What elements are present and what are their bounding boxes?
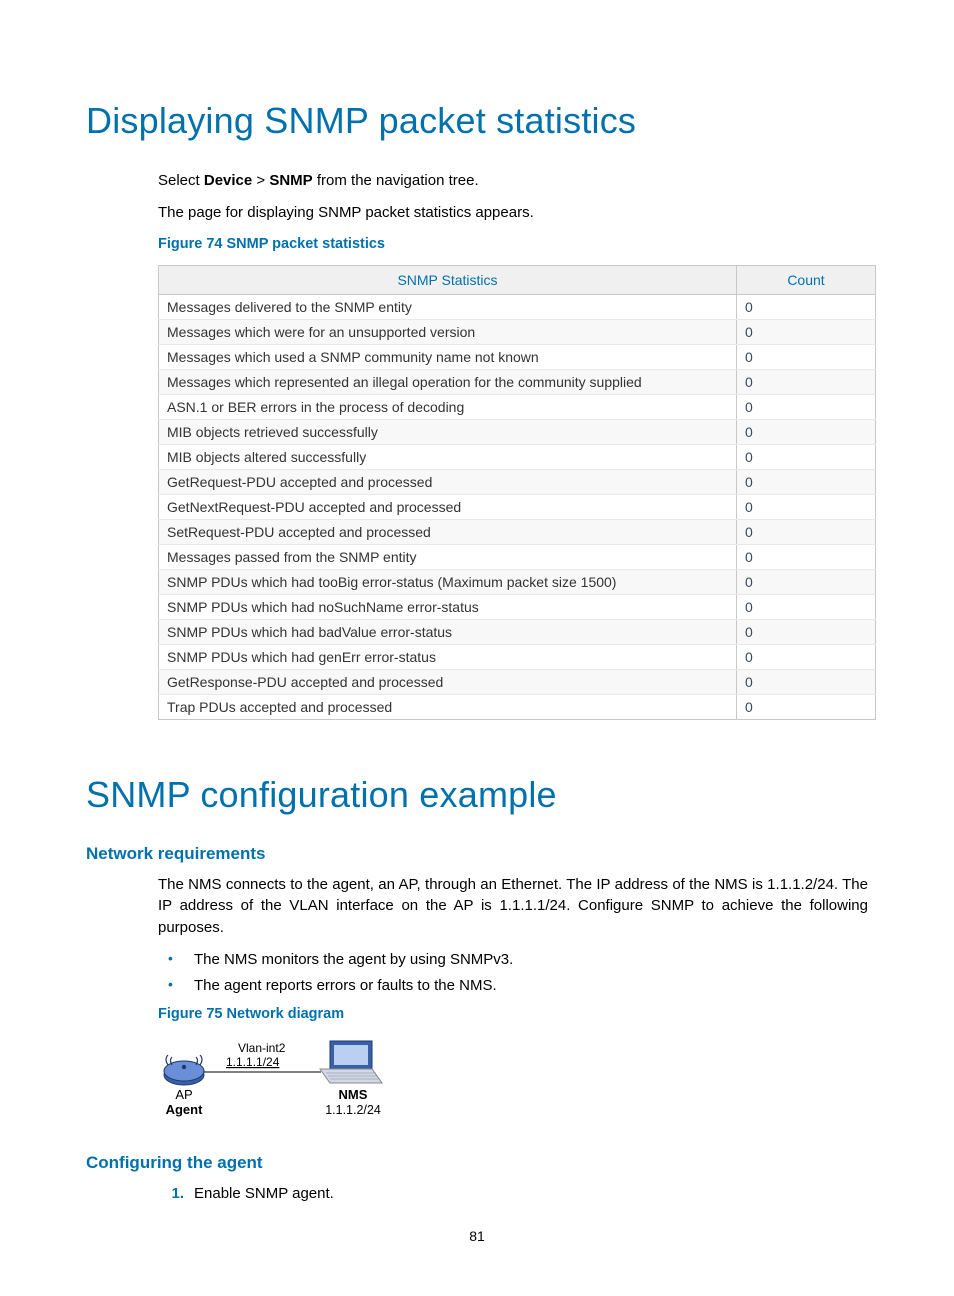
table-header-stat: SNMP Statistics	[159, 265, 737, 294]
count-cell: 0	[737, 569, 876, 594]
table-row: MIB objects retrieved successfully0	[159, 419, 876, 444]
stat-cell: GetNextRequest-PDU accepted and processe…	[159, 494, 737, 519]
intro-line2: The page for displaying SNMP packet stat…	[158, 202, 868, 224]
subheading-configuring-agent: Configuring the agent	[86, 1153, 868, 1173]
count-cell: 0	[737, 669, 876, 694]
diagram-nms-ip: 1.1.1.2/24	[325, 1103, 381, 1117]
stat-cell: Messages passed from the SNMP entity	[159, 544, 737, 569]
table-row: GetNextRequest-PDU accepted and processe…	[159, 494, 876, 519]
diagram-agent-label: Agent	[166, 1102, 204, 1117]
diagram-vlan-label: Vlan-int2	[238, 1041, 286, 1055]
stat-cell: SNMP PDUs which had tooBig error-status …	[159, 569, 737, 594]
bullet-2: The agent reports errors or faults to th…	[158, 975, 868, 997]
stat-cell: Trap PDUs accepted and processed	[159, 694, 737, 719]
table-row: SNMP PDUs which had genErr error-status0	[159, 644, 876, 669]
count-cell: 0	[737, 644, 876, 669]
bullet-1: The NMS monitors the agent by using SNMP…	[158, 949, 868, 971]
intro-line1-post: from the navigation tree.	[313, 172, 479, 189]
laptop-icon	[320, 1041, 382, 1083]
count-cell: 0	[737, 544, 876, 569]
table-row: ASN.1 or BER errors in the process of de…	[159, 394, 876, 419]
intro-snmp-bold: SNMP	[269, 172, 312, 189]
count-cell: 0	[737, 294, 876, 319]
figure-75-caption: Figure 75 Network diagram	[158, 1004, 868, 1025]
diagram-ap-ip: 1.1.1.1/24	[226, 1055, 280, 1069]
count-cell: 0	[737, 594, 876, 619]
table-row: Messages which represented an illegal op…	[159, 369, 876, 394]
config-steps: 1. Enable SNMP agent.	[158, 1183, 868, 1205]
stat-cell: Messages which were for an unsupported v…	[159, 319, 737, 344]
count-cell: 0	[737, 394, 876, 419]
table-row: Trap PDUs accepted and processed0	[159, 694, 876, 719]
stat-cell: SNMP PDUs which had noSuchName error-sta…	[159, 594, 737, 619]
network-diagram: Vlan-int2 1.1.1.1/24 AP Agent NMS 1.1.1.…	[158, 1035, 868, 1129]
table-row: SNMP PDUs which had noSuchName error-sta…	[159, 594, 876, 619]
table-row: SNMP PDUs which had tooBig error-status …	[159, 569, 876, 594]
count-cell: 0	[737, 369, 876, 394]
count-cell: 0	[737, 444, 876, 469]
table-row: GetRequest-PDU accepted and processed0	[159, 469, 876, 494]
stat-cell: GetRequest-PDU accepted and processed	[159, 469, 737, 494]
stat-cell: GetResponse-PDU accepted and processed	[159, 669, 737, 694]
step-1-text: Enable SNMP agent.	[194, 1185, 334, 1202]
stat-cell: Messages delivered to the SNMP entity	[159, 294, 737, 319]
step-1: 1. Enable SNMP agent.	[158, 1183, 868, 1205]
intro-line1-mid: >	[252, 172, 269, 189]
stat-cell: ASN.1 or BER errors in the process of de…	[159, 394, 737, 419]
table-row: GetResponse-PDU accepted and processed0	[159, 669, 876, 694]
heading-snmp-config-example: SNMP configuration example	[86, 774, 868, 816]
stat-cell: SNMP PDUs which had badValue error-statu…	[159, 619, 737, 644]
diagram-ap-label: AP	[175, 1087, 192, 1102]
netreq-para: The NMS connects to the agent, an AP, th…	[158, 874, 868, 939]
stat-cell: SNMP PDUs which had genErr error-status	[159, 644, 737, 669]
subheading-network-requirements: Network requirements	[86, 844, 868, 864]
snmp-statistics-table: SNMP Statistics Count Messages delivered…	[158, 265, 876, 720]
intro-line1-pre: Select	[158, 172, 204, 189]
count-cell: 0	[737, 319, 876, 344]
count-cell: 0	[737, 519, 876, 544]
page-number: 81	[0, 1228, 954, 1244]
diagram-nms-label: NMS	[339, 1087, 368, 1102]
table-row: MIB objects altered successfully0	[159, 444, 876, 469]
stat-cell: Messages which represented an illegal op…	[159, 369, 737, 394]
stat-cell: SetRequest-PDU accepted and processed	[159, 519, 737, 544]
table-row: Messages which were for an unsupported v…	[159, 319, 876, 344]
count-cell: 0	[737, 694, 876, 719]
stat-cell: MIB objects retrieved successfully	[159, 419, 737, 444]
intro-line1: Select Device > SNMP from the navigation…	[158, 170, 868, 192]
ap-icon	[164, 1055, 204, 1085]
netreq-bullets: The NMS monitors the agent by using SNMP…	[158, 949, 868, 997]
table-row: SNMP PDUs which had badValue error-statu…	[159, 619, 876, 644]
count-cell: 0	[737, 344, 876, 369]
table-row: SetRequest-PDU accepted and processed0	[159, 519, 876, 544]
figure-74-caption: Figure 74 SNMP packet statistics	[158, 234, 868, 255]
count-cell: 0	[737, 619, 876, 644]
count-cell: 0	[737, 494, 876, 519]
table-header-count: Count	[737, 265, 876, 294]
heading-displaying-snmp: Displaying SNMP packet statistics	[86, 100, 868, 142]
count-cell: 0	[737, 419, 876, 444]
step-1-number: 1.	[128, 1183, 184, 1205]
count-cell: 0	[737, 469, 876, 494]
table-row: Messages which used a SNMP community nam…	[159, 344, 876, 369]
stat-cell: Messages which used a SNMP community nam…	[159, 344, 737, 369]
stat-cell: MIB objects altered successfully	[159, 444, 737, 469]
table-row: Messages delivered to the SNMP entity0	[159, 294, 876, 319]
table-row: Messages passed from the SNMP entity0	[159, 544, 876, 569]
intro-device-bold: Device	[204, 172, 252, 189]
